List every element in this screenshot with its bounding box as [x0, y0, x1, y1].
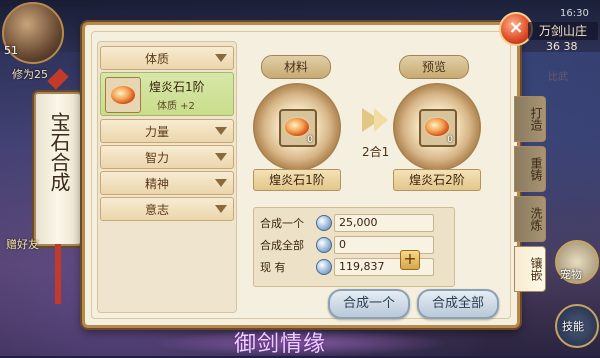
current-funds-label: 现 有	[260, 261, 286, 274]
gem-synthesis-panel: 体质 煌炎石1阶 体质 +2 力量 智力 精神 意志 材料 预览 0 2合1 0…	[82, 22, 520, 328]
merge-all-button[interactable]: 合成全部	[417, 289, 499, 319]
attribute-list: 体质 煌炎石1阶 体质 +2 力量 智力 精神 意志	[97, 41, 237, 313]
page-title: 宝石合成	[47, 112, 71, 192]
cost-panel: 合成一个 25,000 合成全部 0 现 有 119,837	[253, 207, 455, 287]
silver-coin-icon	[316, 215, 332, 231]
gift-friend-button[interactable]: 赠好友	[6, 236, 39, 252]
player-power: 修为25	[12, 68, 48, 81]
map-name: 万剑山庄	[528, 22, 598, 40]
category-label: 智力	[144, 151, 169, 165]
material-label: 材料	[261, 55, 331, 79]
pet-label: 宠物	[560, 268, 582, 281]
game-logo: 御剑情缘	[234, 332, 327, 357]
title-scroll: 宝石合成	[34, 92, 82, 246]
chevron-down-icon	[215, 179, 227, 187]
preview-gem-box: 0	[419, 109, 457, 147]
tab-refine[interactable]: 洗炼	[514, 196, 546, 242]
tab-forge[interactable]: 打造	[514, 96, 546, 142]
category-label: 精神	[144, 177, 169, 191]
preview-slot[interactable]: 0	[393, 83, 481, 171]
fire-gem-icon	[111, 86, 135, 104]
preview-label: 预览	[399, 55, 469, 79]
tassel-decoration	[55, 244, 61, 304]
gem-name: 煌炎石1阶	[149, 80, 205, 94]
add-funds-button[interactable]: +	[400, 250, 420, 270]
category-intellect[interactable]: 智力	[100, 145, 234, 169]
chevron-down-icon	[215, 54, 227, 62]
chevron-down-icon	[215, 153, 227, 161]
material-slot[interactable]: 0	[253, 83, 341, 171]
synthesis-ratio: 2合1	[362, 145, 390, 159]
gem-list-item[interactable]: 煌炎石1阶 体质 +2	[100, 72, 234, 116]
cost-all-label: 合成全部	[260, 239, 304, 252]
merge-one-button[interactable]: 合成一个	[328, 289, 410, 319]
silver-coin-icon	[316, 237, 332, 253]
fire-gem-icon	[425, 118, 449, 136]
material-quantity: 0	[307, 135, 313, 145]
category-label: 体质	[144, 52, 169, 66]
category-label: 力量	[144, 125, 169, 139]
gem-stat: 体质 +2	[157, 101, 195, 112]
category-will[interactable]: 意志	[100, 197, 234, 221]
category-constitution[interactable]: 体质	[100, 46, 234, 70]
tab-recast[interactable]: 重铸	[514, 146, 546, 192]
category-strength[interactable]: 力量	[100, 119, 234, 143]
player-level: 51	[4, 44, 18, 57]
cost-one-value: 25,000	[334, 214, 434, 232]
arrow-right-icon	[374, 108, 388, 132]
category-label: 意志	[144, 203, 169, 217]
arena-faded-button: 比武	[548, 72, 568, 83]
silver-coin-icon	[316, 259, 332, 275]
clock: 16:30	[560, 8, 589, 19]
preview-name: 煌炎石2阶	[393, 169, 481, 191]
preview-quantity: 0	[447, 135, 453, 145]
chevron-down-icon	[215, 205, 227, 213]
cost-one-label: 合成一个	[260, 217, 304, 230]
gem-thumbnail	[105, 77, 141, 113]
fire-gem-icon	[285, 118, 309, 136]
chevron-down-icon	[215, 127, 227, 135]
skill-label: 技能	[562, 320, 584, 333]
map-coordinates: 36 38	[546, 40, 578, 53]
category-spirit[interactable]: 精神	[100, 171, 234, 195]
material-name: 煌炎石1阶	[253, 169, 341, 191]
tab-inlay[interactable]: 镶嵌	[514, 246, 546, 292]
material-gem-box: 0	[279, 109, 317, 147]
